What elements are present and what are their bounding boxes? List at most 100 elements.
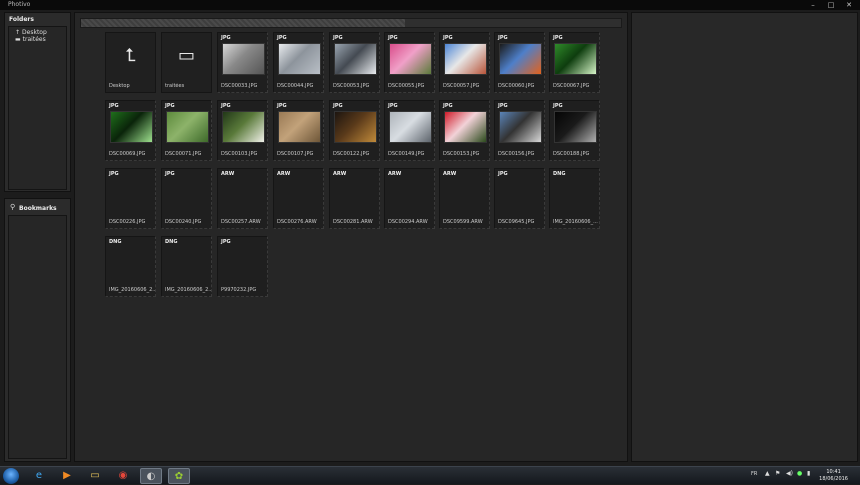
- power-icon[interactable]: ▮: [807, 470, 810, 477]
- thumbnail-image: [222, 43, 265, 75]
- image-tile[interactable]: JPG DSC00053.JPG: [329, 32, 380, 93]
- clock[interactable]: 10:41 18/06/2016: [819, 469, 848, 483]
- image-tile[interactable]: JPG DSC00055.JPG: [384, 32, 435, 93]
- bookmarks-list[interactable]: [8, 215, 67, 459]
- file-name-label: DSC00071.JPG: [165, 151, 202, 157]
- image-tile[interactable]: JPG DSC00156.JPG: [494, 100, 545, 161]
- image-tile[interactable]: JPG DSC00044.JPG: [273, 32, 324, 93]
- chrome-icon[interactable]: ◉: [112, 468, 134, 484]
- thumbnail-image: [389, 43, 432, 75]
- image-tile[interactable]: JPG DSC00240.JPG: [161, 168, 212, 229]
- file-name-label: DSC00033.JPG: [221, 83, 258, 89]
- image-tile[interactable]: JPG DSC00188.JPG: [549, 100, 600, 161]
- thumbnail-image: [278, 43, 321, 75]
- image-tile[interactable]: ARW DSC00281.ARW: [329, 168, 380, 229]
- file-type-label: JPG: [388, 35, 398, 41]
- image-tile[interactable]: JPG DSC00122.JPG: [329, 100, 380, 161]
- file-name-label: DSC00226.JPG: [109, 219, 146, 225]
- file-name-label: IMG_20160606_...: [553, 219, 598, 225]
- bookmarks-panel: Bookmarks ⚲: [4, 198, 71, 462]
- image-tile[interactable]: ARW DSC00257.ARW: [217, 168, 268, 229]
- thumbnail-image: [166, 111, 209, 143]
- thumbnail-image: [499, 111, 542, 143]
- image-tile[interactable]: JPG DSC00226.JPG: [105, 168, 156, 229]
- maximize-button[interactable]: □: [826, 0, 836, 10]
- file-name-label: DSC00067.JPG: [553, 83, 590, 89]
- image-tile[interactable]: ARW DSC00294.ARW: [384, 168, 435, 229]
- taskbar: e ▶ ▭ ◉ ◐ ✿ FR ▲ ⚑ ◀) ● ▮ 10:41 18/06/2016: [0, 466, 860, 484]
- photo-app-icon[interactable]: ◐: [140, 468, 162, 484]
- minimize-button[interactable]: –: [808, 0, 818, 10]
- image-tile[interactable]: JPG DSC00057.JPG: [439, 32, 490, 93]
- folder-tile[interactable]: ▭ traitées: [161, 32, 212, 93]
- flag-icon[interactable]: ⚑: [775, 470, 780, 477]
- file-name-label: DSC00107.JPG: [277, 151, 314, 157]
- thumbnail-image: [554, 111, 597, 143]
- image-tile[interactable]: JPG DSC00060.JPG: [494, 32, 545, 93]
- thumbnail-image: [278, 111, 321, 143]
- file-name-label: DSC00294.ARW: [388, 219, 428, 225]
- window-title: Photivo: [8, 1, 31, 8]
- language-indicator[interactable]: FR: [751, 471, 757, 477]
- image-tile[interactable]: JPG DSC00067.JPG: [549, 32, 600, 93]
- path-bar[interactable]: [80, 18, 622, 28]
- image-tile[interactable]: JPG DSC09645.JPG: [494, 168, 545, 229]
- thumbnail-image: [110, 111, 153, 143]
- file-name-label: DSC00055.JPG: [388, 83, 425, 89]
- folders-tree[interactable]: ↑ Desktop ▬ traitées: [8, 26, 67, 190]
- file-name-label: DSC00103.JPG: [221, 151, 258, 157]
- image-tile[interactable]: JPG DSC00069.JPG: [105, 100, 156, 161]
- image-tile[interactable]: JPG DSC00103.JPG: [217, 100, 268, 161]
- photivo-icon[interactable]: ✿: [168, 468, 190, 484]
- image-tile[interactable]: DNG IMG_20160606_2...: [105, 236, 156, 297]
- folder-item-desktop[interactable]: ↑ Desktop: [15, 29, 47, 36]
- image-tile[interactable]: JPG P9970232.JPG: [217, 236, 268, 297]
- file-type-label: JPG: [109, 171, 119, 177]
- image-tile[interactable]: JPG DSC00107.JPG: [273, 100, 324, 161]
- file-name-label: DSC09599.ARW: [443, 219, 483, 225]
- thumbnail-image: [389, 111, 432, 143]
- file-name-label: DSC00149.JPG: [388, 151, 425, 157]
- network-icon[interactable]: ●: [797, 470, 802, 477]
- media-player-icon[interactable]: ▶: [56, 468, 78, 484]
- ie-icon[interactable]: e: [28, 468, 50, 484]
- thumbnail-view[interactable]: ⮤ Desktop ▭ traitées JPG DSC00033.JPG JPG DSC00…: [74, 12, 628, 462]
- file-type-label: JPG: [498, 35, 508, 41]
- image-tile[interactable]: ARW DSC00276.ARW: [273, 168, 324, 229]
- bookmark-icon: ⚲: [10, 203, 16, 211]
- thumbnail-image: [334, 111, 377, 143]
- image-tile[interactable]: ARW DSC09599.ARW: [439, 168, 490, 229]
- tray-expand-icon[interactable]: ▲: [765, 470, 770, 477]
- file-name-label: DSC00276.ARW: [277, 219, 317, 225]
- thumbnail-image: [222, 111, 265, 143]
- image-tile[interactable]: JPG DSC00149.JPG: [384, 100, 435, 161]
- close-button[interactable]: ✕: [844, 0, 854, 10]
- image-tile[interactable]: JPG DSC00153.JPG: [439, 100, 490, 161]
- file-type-label: ARW: [388, 171, 402, 177]
- folder-tile[interactable]: ⮤ Desktop: [105, 32, 156, 93]
- thumbnail-image: [444, 111, 487, 143]
- image-tile[interactable]: DNG IMG_20160606_...: [549, 168, 600, 229]
- thumbnail-image: [499, 43, 542, 75]
- folder-item-traitees[interactable]: ▬ traitées: [15, 36, 46, 43]
- file-name-label: DSC00240.JPG: [165, 219, 202, 225]
- explorer-icon[interactable]: ▭: [84, 468, 106, 484]
- file-name-label: IMG_20160606_2...: [109, 287, 156, 293]
- file-name-label: Desktop: [109, 83, 130, 89]
- folders-title: Folders: [9, 16, 34, 23]
- file-type-label: JPG: [221, 103, 231, 109]
- image-tile[interactable]: DNG IMG_20160606_2...: [161, 236, 212, 297]
- file-name-label: DSC00060.JPG: [498, 83, 535, 89]
- clock-time: 10:41: [826, 469, 841, 475]
- bookmarks-title: Bookmarks: [19, 205, 57, 212]
- start-button[interactable]: [3, 468, 19, 484]
- image-tile[interactable]: JPG DSC00071.JPG: [161, 100, 212, 161]
- file-type-label: JPG: [443, 35, 453, 41]
- image-tile[interactable]: JPG DSC00033.JPG: [217, 32, 268, 93]
- file-type-label: JPG: [165, 103, 175, 109]
- file-type-label: JPG: [388, 103, 398, 109]
- file-name-label: DSC00153.JPG: [443, 151, 480, 157]
- folder-label: traitées: [22, 36, 46, 43]
- volume-icon[interactable]: ◀): [786, 470, 793, 477]
- clock-date: 18/06/2016: [819, 476, 848, 482]
